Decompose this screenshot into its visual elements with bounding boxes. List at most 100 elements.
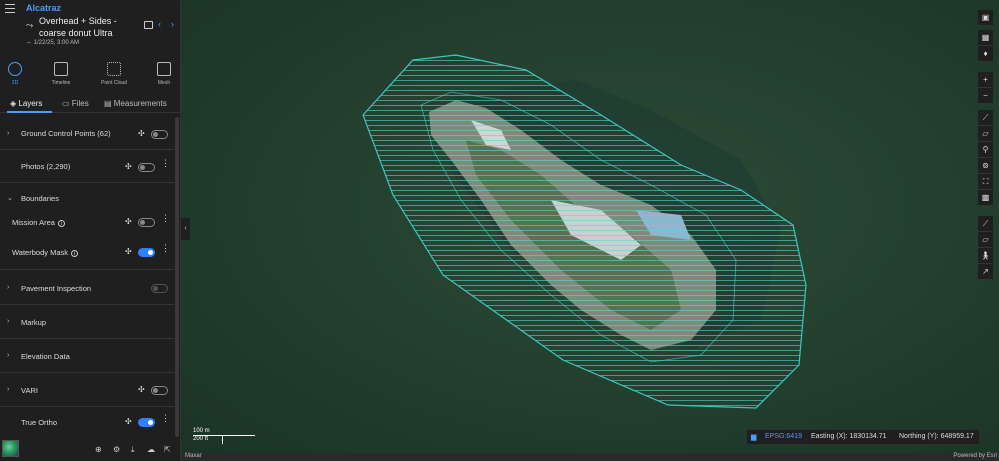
polygon-icon[interactable]: ▱ <box>978 126 993 142</box>
zoom-to-icon[interactable]: ✣ <box>125 248 133 256</box>
layer-waterbody-mask[interactable]: Waterbody Mask i ✣ ⋮ <box>0 239 174 270</box>
mode-timeline[interactable]: Timeline <box>41 60 81 86</box>
fullscreen-icon[interactable]: ⛶ <box>978 174 993 190</box>
map-view[interactable] <box>181 0 999 461</box>
chevron-right-icon[interactable]: › <box>7 284 9 291</box>
chevron-right-icon[interactable]: › <box>171 19 174 29</box>
layer-label: Ground Control Points (62) <box>21 129 111 138</box>
zoom-to-icon[interactable]: ✣ <box>125 163 133 171</box>
layer-vari[interactable]: › VARI ✣ <box>0 373 174 407</box>
more-options-icon[interactable]: ⋮ <box>161 244 170 253</box>
layer-pavement-inspection[interactable]: › Pavement Inspection <box>0 270 174 305</box>
zoom-controls: + − <box>978 72 993 104</box>
layer-label: Markup <box>21 318 47 327</box>
layer-mission-area[interactable]: Mission Area i ✣ ⋮ <box>0 211 174 239</box>
chevron-right-icon[interactable]: › <box>7 318 9 325</box>
cube-icon <box>157 62 171 76</box>
download-icon[interactable]: ⤓ <box>131 445 135 455</box>
measure-tools: ⟋ ▱ ⚲ ⊚ ⛶ ▩ <box>978 110 993 206</box>
tab-layers[interactable]: ◈ Layers <box>10 99 42 108</box>
zoom-out-icon[interactable]: − <box>978 88 993 104</box>
settings-icon[interactable]: ⚙ <box>113 445 120 454</box>
pin-icon[interactable]: ⚲ <box>978 142 993 158</box>
zoom-to-icon[interactable]: ✣ <box>125 218 133 226</box>
basemap-icon[interactable]: ▦ <box>978 30 993 46</box>
area-tool-icon[interactable]: ▱ <box>978 232 993 248</box>
layer-label: VARI <box>21 386 38 395</box>
zoom-to-icon[interactable]: ✣ <box>138 386 146 394</box>
zoom-to-icon[interactable]: ✣ <box>125 418 133 426</box>
info-icon[interactable]: i <box>71 250 78 257</box>
crs-icon: ▆ <box>751 434 757 441</box>
easting-readout: Easting (X): 1830134.71 <box>811 433 887 440</box>
add-icon[interactable]: ⊕ <box>95 445 102 454</box>
arrow-tool-icon[interactable]: ↗ <box>978 264 993 280</box>
timeline-icon <box>54 62 68 76</box>
files-icon: ▭ <box>62 99 70 108</box>
attribution-provider: Maxar <box>185 453 202 459</box>
mission-title: Overhead + Sides - coarse donut Ultra <box>39 16 117 38</box>
mode-point-cloud-label: Point Cloud <box>101 80 127 86</box>
more-options-icon[interactable]: ⋮ <box>161 159 170 168</box>
layer-label: Elevation Data <box>21 352 70 361</box>
more-options-icon[interactable]: ⋮ <box>161 214 170 223</box>
layer-label: True Ortho <box>21 418 57 427</box>
chevron-right-icon[interactable]: › <box>7 386 9 393</box>
location-icon[interactable]: ⊚ <box>978 158 993 174</box>
menu-icon[interactable] <box>5 4 15 14</box>
zoom-to-icon[interactable]: ✣ <box>138 130 146 138</box>
layer-label: Mission Area <box>12 218 55 227</box>
visibility-toggle[interactable] <box>151 130 168 139</box>
layer-photos[interactable]: Photos (2,290) ✣ ⋮ <box>0 150 174 183</box>
layer-label-wrap: Waterbody Mask i <box>12 248 78 257</box>
tab-files[interactable]: ▭ Files <box>62 99 89 108</box>
chevron-right-icon[interactable]: › <box>7 352 9 359</box>
mode-point-cloud[interactable]: Point Cloud <box>94 60 134 86</box>
line-tool-icon[interactable]: ⟋ <box>978 216 993 232</box>
mode-2d[interactable]: 2D <box>0 60 35 86</box>
layer-label: Photos (2,290) <box>21 162 71 171</box>
polyline-icon[interactable]: ⟋ <box>978 110 993 126</box>
layer-markup[interactable]: › Markup <box>0 305 174 339</box>
layer-true-ortho[interactable]: True Ortho ✣ ⋮ <box>0 407 174 439</box>
layer-elevation-data[interactable]: › Elevation Data <box>0 339 174 373</box>
attribution-powered[interactable]: Powered by Esri <box>953 453 997 459</box>
visibility-toggle[interactable] <box>151 386 168 395</box>
visibility-toggle[interactable] <box>138 248 155 257</box>
map-tools-screenshot: ▣ <box>978 10 993 26</box>
layers-scrollbar[interactable] <box>175 117 179 437</box>
chevron-down-icon[interactable]: ⌄ <box>7 194 13 202</box>
layer-label: Boundaries <box>21 194 59 203</box>
zoom-in-icon[interactable]: + <box>978 72 993 88</box>
grid-icon[interactable]: ▩ <box>978 190 993 206</box>
cloud-upload-icon[interactable]: ☁ <box>147 445 155 454</box>
mission-icon: ⤳ <box>26 20 34 30</box>
info-icon[interactable]: i <box>57 220 65 227</box>
project-name[interactable]: Alcatraz <box>26 3 61 13</box>
basemap-thumbnail[interactable] <box>2 440 19 457</box>
scale-imperial: 200 ft <box>193 436 223 444</box>
sidebar-tabs: ◈ Layers ▭ Files ▤ Measurements <box>0 96 181 113</box>
save-icon[interactable] <box>144 21 153 29</box>
export-icon[interactable]: ⇱ <box>164 445 171 454</box>
layer-ground-control-points[interactable]: › Ground Control Points (62) ✣ <box>0 117 174 150</box>
chevron-left-icon[interactable]: ‹ <box>158 19 161 29</box>
collapse-sidebar-button[interactable]: ‹ <box>181 218 190 240</box>
screenshot-icon[interactable]: ▣ <box>978 10 993 26</box>
visibility-toggle[interactable] <box>151 284 168 293</box>
layer-group-boundaries[interactable]: ⌄ Boundaries <box>0 183 174 211</box>
mode-mesh[interactable]: Mesh <box>144 60 184 86</box>
epsg-code[interactable]: EPSG:6419 <box>765 433 802 440</box>
more-options-icon[interactable]: ⋮ <box>161 414 170 423</box>
walk-icon[interactable]: 🚶︎ <box>978 248 993 264</box>
map-canvas[interactable] <box>181 0 999 461</box>
north-arrow-icon[interactable]: ♦ <box>978 46 993 62</box>
tab-measurements[interactable]: ▤ Measurements <box>104 99 167 108</box>
view-modes: 2D Timeline Point Cloud Mesh <box>0 60 181 92</box>
visibility-toggle[interactable] <box>138 163 155 172</box>
chevron-right-icon[interactable]: › <box>7 130 9 137</box>
mission-date: ⇔ 1/22/25, 3:00 AM <box>26 40 80 46</box>
visibility-toggle[interactable] <box>138 218 155 227</box>
visibility-toggle[interactable] <box>138 418 155 427</box>
layers-icon: ◈ <box>10 99 17 108</box>
